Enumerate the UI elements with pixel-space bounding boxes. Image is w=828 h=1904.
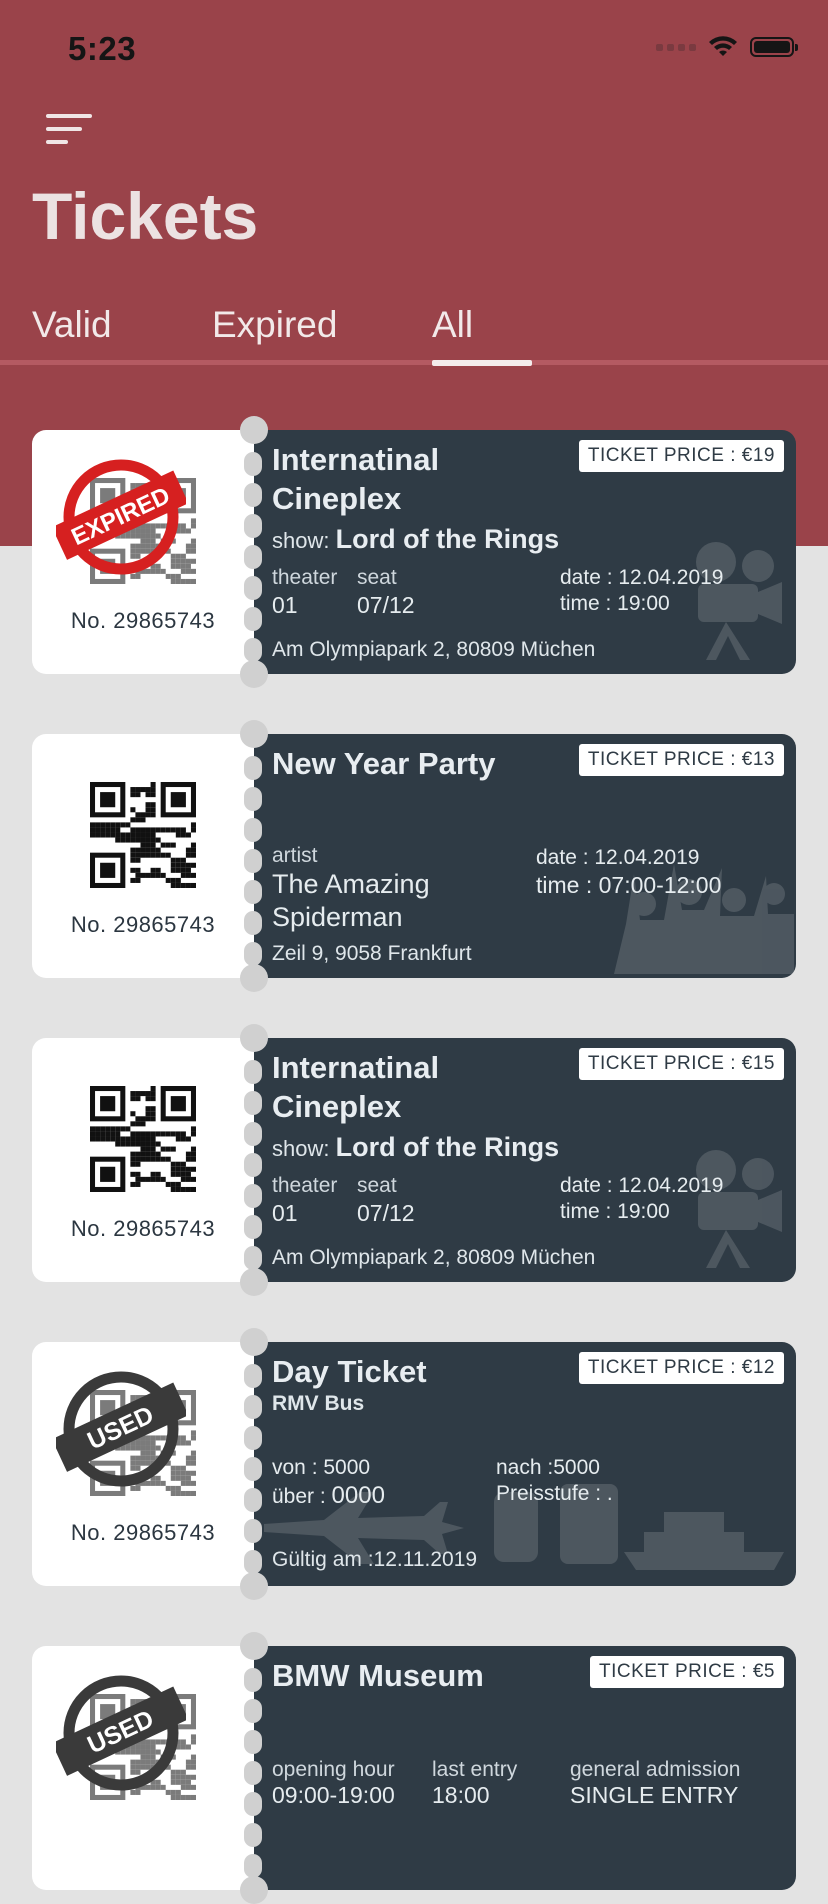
status-time: 5:23: [68, 30, 137, 67]
tab-valid[interactable]: Valid: [32, 304, 112, 346]
address: Am Olympiapark 2, 80809 Müchen: [272, 638, 596, 661]
tab-expired[interactable]: Expired: [212, 304, 337, 346]
qr-code-icon: [90, 1086, 196, 1192]
menu-icon[interactable]: [46, 114, 94, 150]
theater-label: theater: [272, 1174, 338, 1197]
ticket-price: TICKET PRICE : €12: [578, 1352, 784, 1384]
battery-icon: [750, 37, 798, 57]
camera-icon: [696, 1150, 782, 1268]
perforation: [240, 1328, 268, 1600]
ticket-card[interactable]: USED TICKET PRICE : €5 BMW Museum openin…: [32, 1632, 796, 1904]
tab-track: [0, 360, 828, 365]
ticket-card[interactable]: No. 29865743 TICKET PRICE : €13 New Year…: [32, 720, 796, 992]
perforation: [240, 720, 268, 992]
ticket-title: BMW Museum: [272, 1658, 484, 1693]
last-entry-label: last entry: [432, 1758, 518, 1781]
ticket-body: TICKET PRICE : €13 New Year Party artist…: [254, 734, 796, 978]
ticket-stub: USED No. 29865743: [32, 1342, 254, 1586]
ticket-body: TICKET PRICE : €19 Internatinal Cineplex …: [254, 430, 796, 674]
admission-label: general admission: [570, 1758, 741, 1781]
preisstufe: Preisstufe : .: [496, 1482, 613, 1505]
ticket-title: Day Ticket: [272, 1354, 427, 1389]
camera-icon: [696, 542, 782, 660]
expired-stamp-icon: EXPIRED: [56, 459, 186, 575]
ticket-stub: USED: [32, 1646, 254, 1890]
ticket-title: Internatinal Cineplex: [272, 1050, 440, 1124]
ticket-body: TICKET PRICE : €5 BMW Museum opening hou…: [254, 1646, 796, 1890]
ticket-number: No. 29865743: [70, 912, 216, 937]
valid-date: Gültig am :12.11.2019: [272, 1548, 478, 1571]
ticket-subtitle: RMV Bus: [272, 1392, 365, 1415]
page-title: Tickets: [32, 179, 259, 253]
date: date : 12.04.2019: [536, 846, 700, 869]
perforation: [240, 416, 268, 688]
artist-value: The Amazing Spiderman: [272, 869, 430, 932]
nach: nach :5000: [496, 1456, 600, 1479]
address: Am Olympiapark 2, 80809 Müchen: [272, 1246, 596, 1269]
ticket-stub: No. 29865743: [32, 734, 254, 978]
ticket-title: New Year Party: [272, 746, 496, 781]
seat-value: 07/12: [357, 592, 415, 618]
active-tab-indicator: [432, 360, 532, 366]
qr-code-icon: [90, 782, 196, 888]
show-line: show: Lord of the Rings: [272, 524, 560, 554]
theater-value: 01: [272, 592, 298, 618]
opening-value: 09:00-19:00: [272, 1782, 395, 1808]
show-line: show: Lord of the Rings: [272, 1132, 560, 1162]
ticket-body: TICKET PRICE : €15 Internatinal Cineplex …: [254, 1038, 796, 1282]
ticket-number: No. 29865743: [70, 608, 216, 633]
ticket-price: TICKET PRICE : €5: [589, 1656, 784, 1688]
admission-value: SINGLE ENTRY: [570, 1782, 739, 1808]
wifi-icon: [709, 36, 737, 56]
status-icons: [656, 36, 798, 58]
time: time : 07:00-12:00: [536, 872, 722, 898]
address: Zeil 9, 9058 Frankfurt: [272, 942, 472, 965]
opening-label: opening hour: [272, 1758, 395, 1781]
ticket-card[interactable]: No. 29865743 TICKET PRICE : €15 Internat…: [32, 1024, 796, 1296]
ueber: über : 0000: [272, 1482, 385, 1509]
ticket-price: TICKET PRICE : €15: [578, 1048, 784, 1080]
ticket-body: TICKET PRICE : €12 Day Ticket RMV Bus vo…: [254, 1342, 796, 1586]
perforation: [240, 1024, 268, 1296]
perforation: [240, 1632, 268, 1904]
theater-value: 01: [272, 1200, 298, 1226]
von: von : 5000: [272, 1456, 371, 1479]
ticket-card[interactable]: USED No. 29865743 TICKET PRICE : €12 Day…: [32, 1328, 796, 1600]
artist-label: artist: [272, 844, 318, 867]
used-stamp-icon: USED: [56, 1675, 186, 1791]
cellular-signal-icon: [656, 43, 696, 51]
seat-label: seat: [357, 566, 397, 589]
time: time : 19:00: [560, 592, 670, 615]
used-stamp-icon: USED: [56, 1371, 186, 1487]
tab-all[interactable]: All: [432, 304, 473, 346]
ticket-stub: EXPIRED No. 29865743: [32, 430, 254, 674]
seat-label: seat: [357, 1174, 397, 1197]
ticket-number: No. 29865743: [70, 1520, 216, 1545]
ticket-stub: No. 29865743: [32, 1038, 254, 1282]
time: time : 19:00: [560, 1200, 670, 1223]
ticket-number: No. 29865743: [70, 1216, 216, 1241]
date: date : 12.04.2019: [560, 1174, 724, 1197]
ticket-price: TICKET PRICE : €19: [578, 440, 784, 472]
ticket-card[interactable]: EXPIRED No. 29865743 TICKET PRICE : €19 …: [32, 416, 796, 688]
last-entry-value: 18:00: [432, 1782, 490, 1808]
seat-value: 07/12: [357, 1200, 415, 1226]
theater-label: theater: [272, 566, 338, 589]
ticket-title: Internatinal Cineplex: [272, 442, 440, 516]
date: date : 12.04.2019: [560, 566, 724, 589]
ticket-price: TICKET PRICE : €13: [578, 744, 784, 776]
